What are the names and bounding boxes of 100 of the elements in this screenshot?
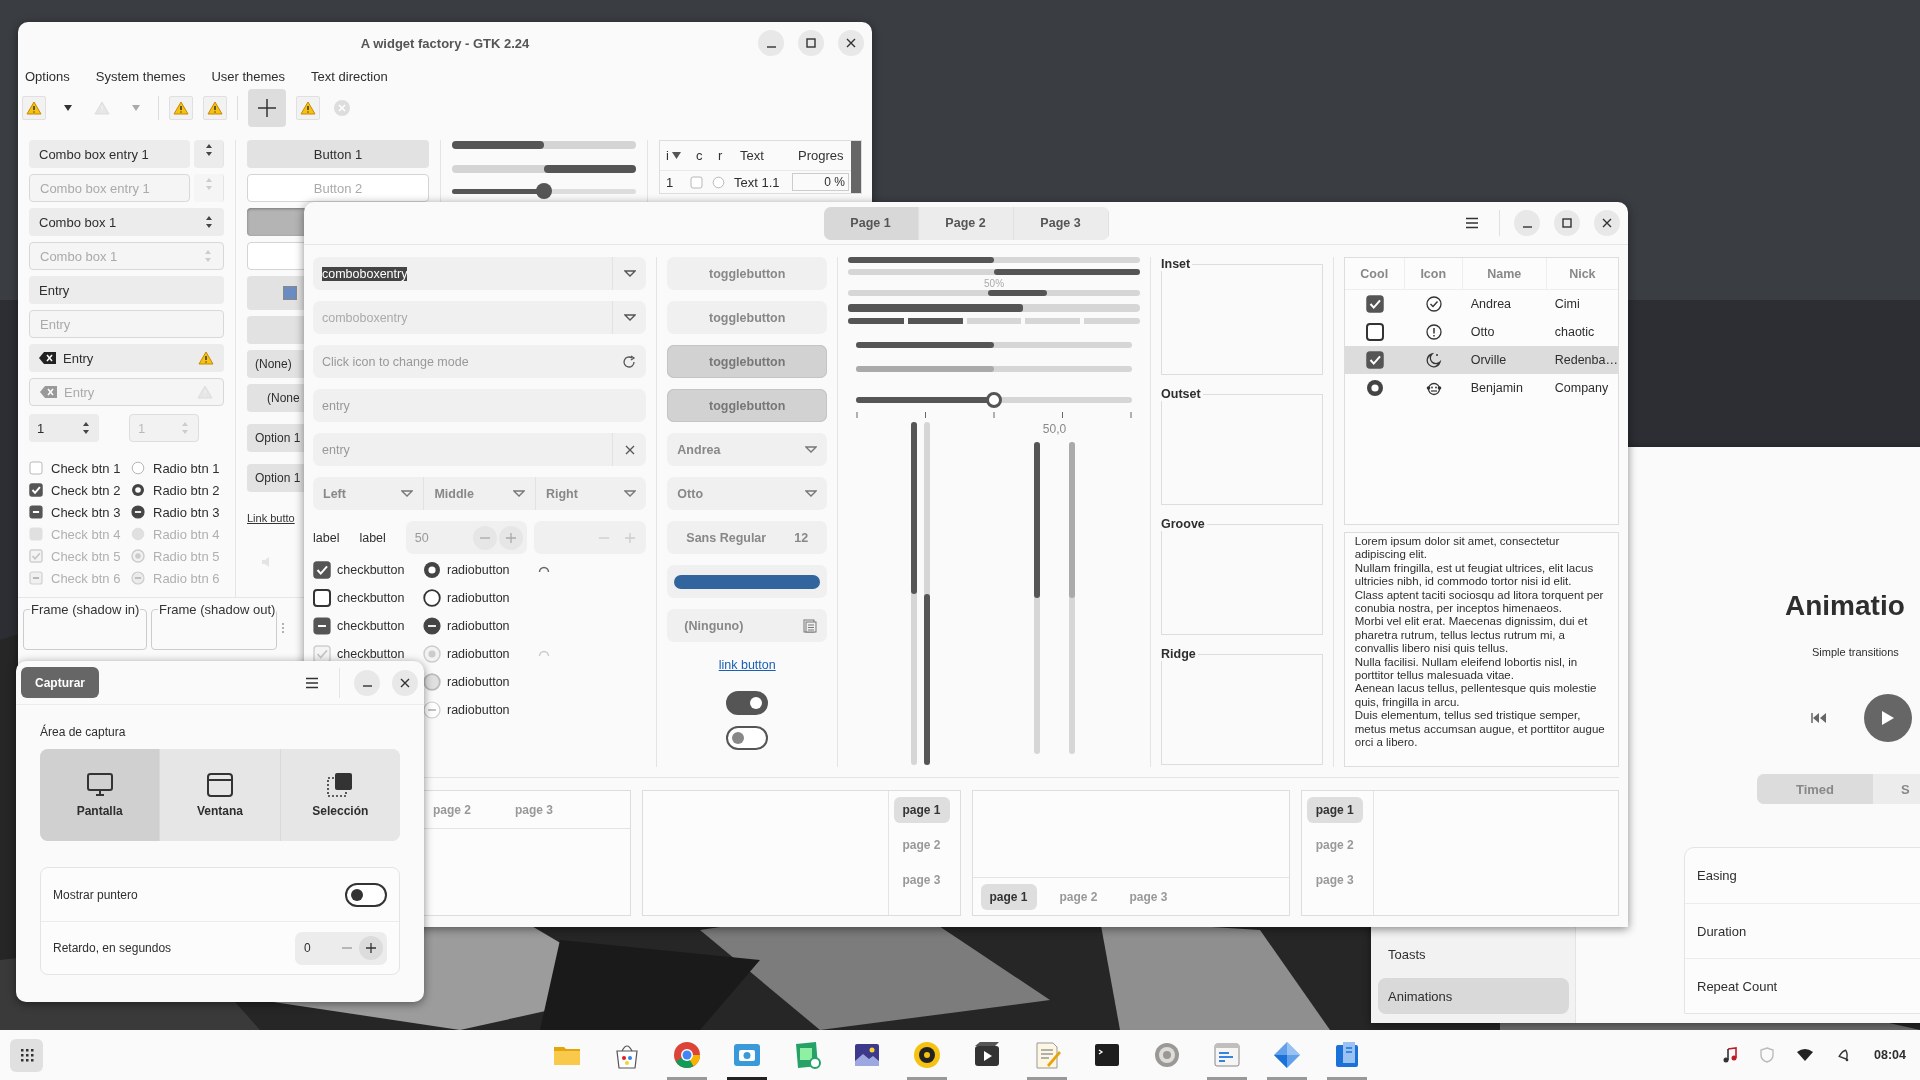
link[interactable]: link button [718, 658, 776, 672]
frame-label: Frame (shadow out) [158, 602, 277, 617]
vertical-slider[interactable] [1034, 442, 1041, 754]
menu-item[interactable]: Text direction [311, 68, 388, 84]
slider-thumb[interactable] [536, 183, 552, 199]
column-header[interactable]: Name [1462, 258, 1547, 290]
clock: 08:04 [1874, 1048, 1906, 1062]
tab[interactable]: page 1 [980, 883, 1037, 910]
menu-item[interactable]: Options [25, 68, 70, 84]
button[interactable] [247, 208, 307, 236]
checkbox[interactable] [313, 589, 331, 607]
minimize-button[interactable] [354, 669, 380, 696]
minimize-button[interactable] [1514, 210, 1540, 236]
frame-label: Frame (shadow in) [30, 602, 141, 617]
column-header[interactable]: Nick [1546, 258, 1618, 290]
maximize-button[interactable] [798, 30, 824, 56]
button[interactable]: Option 1 [247, 424, 307, 452]
exclamation-icon [1425, 324, 1442, 340]
table-cell-text: Otto [1469, 325, 1496, 339]
entry-field[interactable]: Entry [29, 276, 224, 304]
checkbox[interactable] [313, 617, 331, 635]
stepper-icon [203, 248, 213, 264]
radio-button[interactable] [712, 175, 725, 189]
switch[interactable] [345, 882, 387, 907]
scrollbar[interactable] [851, 141, 861, 193]
radio-button[interactable] [423, 617, 441, 635]
tab[interactable]: Page 1 [823, 206, 919, 240]
warning-icon [197, 384, 213, 400]
frame-label: Ridge [1161, 647, 1197, 661]
mode-button[interactable]: Pantalla [40, 749, 161, 841]
radio-button[interactable] [131, 461, 145, 475]
vertical-slider[interactable] [1069, 442, 1076, 754]
combo-box[interactable]: (None) [247, 350, 307, 378]
menu-item[interactable]: System themes [95, 68, 186, 84]
column-header[interactable]: i [666, 148, 669, 163]
checkbox[interactable] [313, 561, 331, 579]
checkbox[interactable] [690, 175, 703, 189]
combo-entry[interactable]: Combo box entry 1 [29, 140, 190, 168]
tab[interactable]: page 1 [893, 797, 950, 823]
text-view[interactable]: Lorem ipsum dolor sit amet, consectetur adipiscing elit. Nullam fringilla, est ut feugiat ultrices, elit lacus ultricies nibh, id commodo tortor nisi id elit. Class aptent taciti sociosqu ad litora torquent per conubia nostra, per inceptos himenaeos. Morbi vel elit erat. Maecenas dignissim, dui et pharetra rutrum, tellus lectus rutrum mi, a convallis libero nisi quis tellus. Nulla facilisi. Nullam eleifend lobortis nisl, in porttitor tellus malesuada vitae. Aenean lacus tellus, pellentesque quis molestie quis, fringilla in arcu. Duis elementum, tellus sed tristique semper, metus metus accumsan augue, et porttitor augue orci a libero. [1343, 532, 1619, 767]
sidebar-item[interactable]: Animations [1378, 978, 1569, 1014]
table-row[interactable]: Benjamin Company [1344, 374, 1618, 402]
spin-button[interactable]: 0 [295, 931, 387, 965]
radio-button[interactable] [131, 483, 145, 497]
button[interactable]: Button 1 [247, 140, 429, 168]
radio-label: radiobutton [447, 647, 510, 661]
entry-field[interactable]: Entry [29, 344, 224, 372]
checkbox[interactable] [29, 461, 43, 475]
row-label: Easing [1697, 868, 1737, 883]
checkbox[interactable] [29, 483, 43, 497]
capture-button[interactable]: Capturar [21, 667, 99, 698]
column-header[interactable]: Text [740, 148, 764, 163]
combo-box[interactable]: Combo box 1 [29, 208, 224, 236]
table-row[interactable]: Andrea Cimi [1344, 290, 1618, 318]
color-button[interactable] [247, 276, 307, 310]
switch[interactable] [726, 691, 769, 715]
minimize-icon [362, 685, 372, 687]
menu-item[interactable]: User themes [211, 68, 286, 84]
page-subtitle: Simple transitions [1812, 646, 1899, 658]
caret-icon [624, 489, 637, 498]
spin-button[interactable]: 1 [29, 414, 99, 442]
plus-button[interactable] [359, 936, 383, 960]
column-header[interactable]: c [696, 148, 703, 163]
radio-button[interactable] [1365, 379, 1384, 397]
close-button[interactable] [838, 30, 864, 56]
radio-button[interactable] [423, 589, 441, 607]
close-button[interactable] [392, 669, 418, 696]
play-button[interactable] [1864, 694, 1912, 742]
tab[interactable]: page 1 [1306, 797, 1363, 823]
caret-icon [131, 104, 141, 112]
checkbox[interactable] [1365, 323, 1384, 341]
checkbox[interactable] [29, 505, 43, 519]
column-header[interactable]: r [718, 148, 723, 163]
maximize-button[interactable] [1554, 210, 1580, 236]
column-header[interactable]: Icon [1404, 258, 1463, 290]
sidebar-item[interactable]: Toasts [1378, 936, 1569, 972]
combo-box[interactable]: (None [247, 384, 307, 412]
column-header[interactable]: Progres [798, 148, 844, 163]
radio-button[interactable] [423, 561, 441, 579]
slider[interactable] [452, 183, 636, 199]
row-label: Mostrar puntero [53, 887, 139, 902]
caret-icon [63, 104, 73, 112]
app-grid-button[interactable] [10, 1038, 43, 1072]
switch[interactable] [726, 726, 769, 750]
checkbox[interactable] [1365, 351, 1384, 369]
column-header[interactable]: Cool [1344, 258, 1405, 290]
close-button[interactable] [1594, 210, 1620, 236]
minimize-button[interactable] [758, 30, 784, 56]
table-row[interactable]: Otto chaotic [1344, 318, 1618, 346]
font-button[interactable]: Sans Regular 12 [667, 521, 828, 554]
grid-icon [19, 1048, 34, 1062]
link[interactable]: Link butto [247, 512, 295, 524]
dropdown-button[interactable] [194, 140, 224, 168]
button[interactable]: Option 1 [247, 464, 307, 492]
slider-thumb[interactable] [986, 392, 1003, 408]
moon-icon [1425, 352, 1442, 368]
checkbox[interactable] [1365, 295, 1384, 313]
radio-button[interactable] [131, 505, 145, 519]
table-row[interactable]: Orville Redenba… [1344, 346, 1618, 374]
color-button[interactable] [667, 565, 828, 598]
